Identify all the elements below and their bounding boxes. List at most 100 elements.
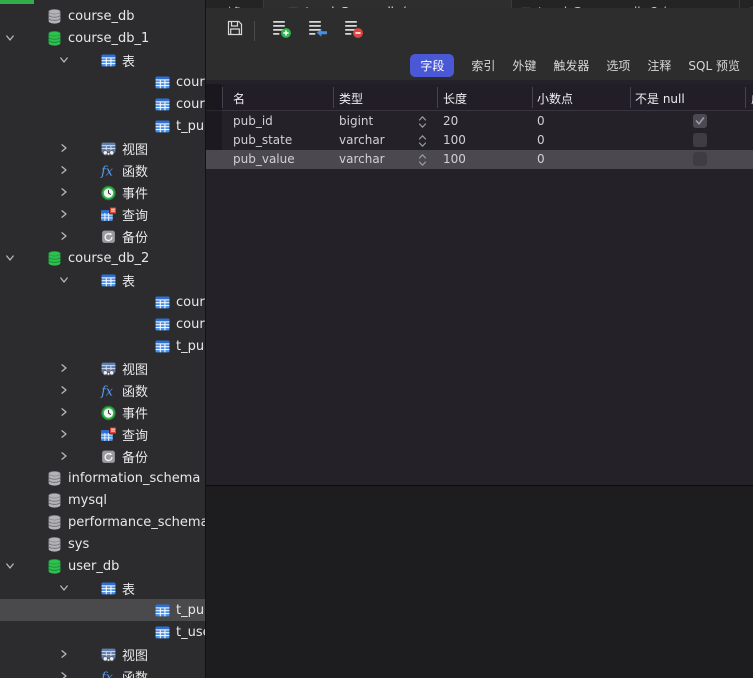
tree-item-_[interactable]: 视图 — [0, 137, 205, 159]
chevron-right-icon[interactable] — [58, 384, 70, 396]
tree-item-course_2[interactable]: course_2 — [0, 93, 205, 115]
field-type-cell[interactable]: varchar — [339, 133, 385, 147]
field-length-cell[interactable]: 100 — [443, 152, 466, 166]
field-length-cell[interactable]: 100 — [443, 133, 466, 147]
tree-item-_[interactable]: fx 函数 — [0, 159, 205, 181]
field-name-cell[interactable]: pub_id — [233, 114, 273, 128]
tree-item-course_db_2[interactable]: course_db_2 — [0, 247, 205, 269]
chevron-down-icon[interactable] — [4, 252, 16, 264]
tree-item-performance_schema[interactable]: performance_schema — [0, 511, 205, 533]
tree-item-sys[interactable]: sys — [0, 533, 205, 555]
tree-item-_[interactable]: 表 — [0, 269, 205, 291]
tree-item-_[interactable]: 表 — [0, 49, 205, 71]
field-type-cell[interactable]: bigint — [339, 114, 373, 128]
field-name-cell[interactable]: pub_value — [233, 152, 295, 166]
tree-item-course_db[interactable]: course_db — [0, 5, 205, 27]
type-stepper[interactable] — [418, 153, 427, 171]
tree-item-label: information_schema — [68, 470, 201, 486]
not-null-checkbox[interactable] — [693, 152, 707, 166]
column-separator[interactable] — [630, 87, 631, 108]
tree-item-user_db[interactable]: user_db — [0, 555, 205, 577]
tree-item-t_pub[interactable]: t_pub — [0, 335, 205, 357]
tree-item-_[interactable]: 视图 — [0, 357, 205, 379]
tree-item-label: 表 — [122, 54, 136, 70]
tree-item-information_schema[interactable]: information_schema — [0, 467, 205, 489]
chevron-right-icon[interactable] — [58, 406, 70, 418]
chevron-down-icon[interactable] — [58, 54, 70, 66]
field-type-cell[interactable]: varchar — [339, 152, 385, 166]
view-tab-6[interactable]: SQL 预览 — [688, 54, 740, 77]
chevron-right-icon[interactable] — [58, 428, 70, 440]
chevron-right-icon[interactable] — [58, 164, 70, 176]
not-null-checkbox[interactable] — [693, 114, 707, 128]
column-separator[interactable] — [222, 87, 223, 108]
view-tab-1[interactable]: 索引 — [471, 54, 495, 77]
chevron-down-icon[interactable] — [4, 32, 16, 44]
tree-item-_[interactable]: fx 函数 — [0, 379, 205, 401]
column-separator[interactable] — [437, 87, 438, 108]
field-row-pub_id[interactable]: pub_id bigint 20 0 — [206, 112, 753, 131]
column-separator[interactable] — [745, 87, 746, 108]
tree-item-mysql[interactable]: mysql — [0, 489, 205, 511]
view-tab-4[interactable]: 选项 — [606, 54, 630, 77]
field-name-cell[interactable]: pub_state — [233, 133, 292, 147]
chevron-right-icon[interactable] — [58, 230, 70, 242]
add-field-button[interactable] — [266, 15, 296, 45]
insert-field-button[interactable] — [302, 15, 332, 45]
column-separator[interactable] — [532, 87, 533, 108]
main-panel: 对象«t_pub@user_db (…t_pub@course_db_2 (… … — [206, 0, 753, 678]
field-decimals-cell[interactable]: 0 — [537, 152, 545, 166]
tree-item-t_pub[interactable]: t_pub — [0, 115, 205, 137]
table-icon — [154, 602, 171, 619]
delete-field-button[interactable] — [338, 15, 368, 45]
view-tab-3[interactable]: 触发器 — [553, 54, 589, 77]
chevron-right-icon[interactable] — [58, 670, 70, 678]
tree-item-_[interactable]: 备份 — [0, 225, 205, 247]
document-tab-0[interactable]: 对象 — [206, 0, 263, 8]
chevron-down-icon[interactable] — [58, 274, 70, 286]
tree-item-label: 函数 — [122, 164, 149, 180]
tree-item-t_user[interactable]: t_user — [0, 621, 205, 643]
chevron-right-icon[interactable] — [58, 208, 70, 220]
view-tab-5[interactable]: 注释 — [647, 54, 671, 77]
table-icon — [100, 272, 117, 289]
tree-item-_[interactable]: 事件 — [0, 401, 205, 423]
tree-item-course_2[interactable]: course_2 — [0, 313, 205, 335]
db-gray-icon — [46, 536, 63, 553]
tree-item-_[interactable]: 查询 — [0, 423, 205, 445]
tree-item-t_pub[interactable]: t_pub — [0, 599, 205, 621]
chevron-down-icon[interactable] — [4, 560, 16, 572]
table-icon — [100, 52, 117, 69]
chevron-right-icon[interactable] — [58, 362, 70, 374]
field-decimals-cell[interactable]: 0 — [537, 114, 545, 128]
document-tab-bar: 对象«t_pub@user_db (…t_pub@course_db_2 (… — [206, 0, 753, 8]
column-separator[interactable] — [333, 87, 334, 108]
tree-item-label: t_pub — [176, 338, 205, 354]
tree-item-_[interactable]: 备份 — [0, 445, 205, 467]
not-null-checkbox[interactable] — [693, 133, 707, 147]
table-icon — [154, 338, 171, 355]
tree-item-course_db_1[interactable]: course_db_1 — [0, 27, 205, 49]
field-row-pub_value[interactable]: pub_value varchar 100 0 — [206, 150, 753, 169]
chevron-right-icon[interactable] — [58, 648, 70, 660]
chevron-right-icon[interactable] — [58, 142, 70, 154]
chevron-down-icon[interactable] — [58, 582, 70, 594]
tree-item-_[interactable]: 表 — [0, 577, 205, 599]
document-tab-3[interactable] — [740, 0, 753, 8]
tree-item-course_1[interactable]: course_1 — [0, 291, 205, 313]
field-row-pub_state[interactable]: pub_state varchar 100 0 — [206, 131, 753, 150]
document-tab-1[interactable]: «t_pub@user_db (… — [264, 0, 511, 8]
tree-item-course_1[interactable]: course_1 — [0, 71, 205, 93]
tree-item-_[interactable]: 查询 — [0, 203, 205, 225]
tree-item-_[interactable]: fx 函数 — [0, 665, 205, 678]
view-tab-2[interactable]: 外键 — [512, 54, 536, 77]
tree-item-_[interactable]: 事件 — [0, 181, 205, 203]
field-decimals-cell[interactable]: 0 — [537, 133, 545, 147]
chevron-right-icon[interactable] — [58, 186, 70, 198]
field-length-cell[interactable]: 20 — [443, 114, 458, 128]
tree-item-_[interactable]: 视图 — [0, 643, 205, 665]
chevron-right-icon[interactable] — [58, 450, 70, 462]
save-button[interactable] — [220, 15, 250, 45]
view-tab-0[interactable]: 字段 — [410, 53, 455, 77]
document-tab-2[interactable]: t_pub@course_db_2 (… — [512, 0, 739, 8]
